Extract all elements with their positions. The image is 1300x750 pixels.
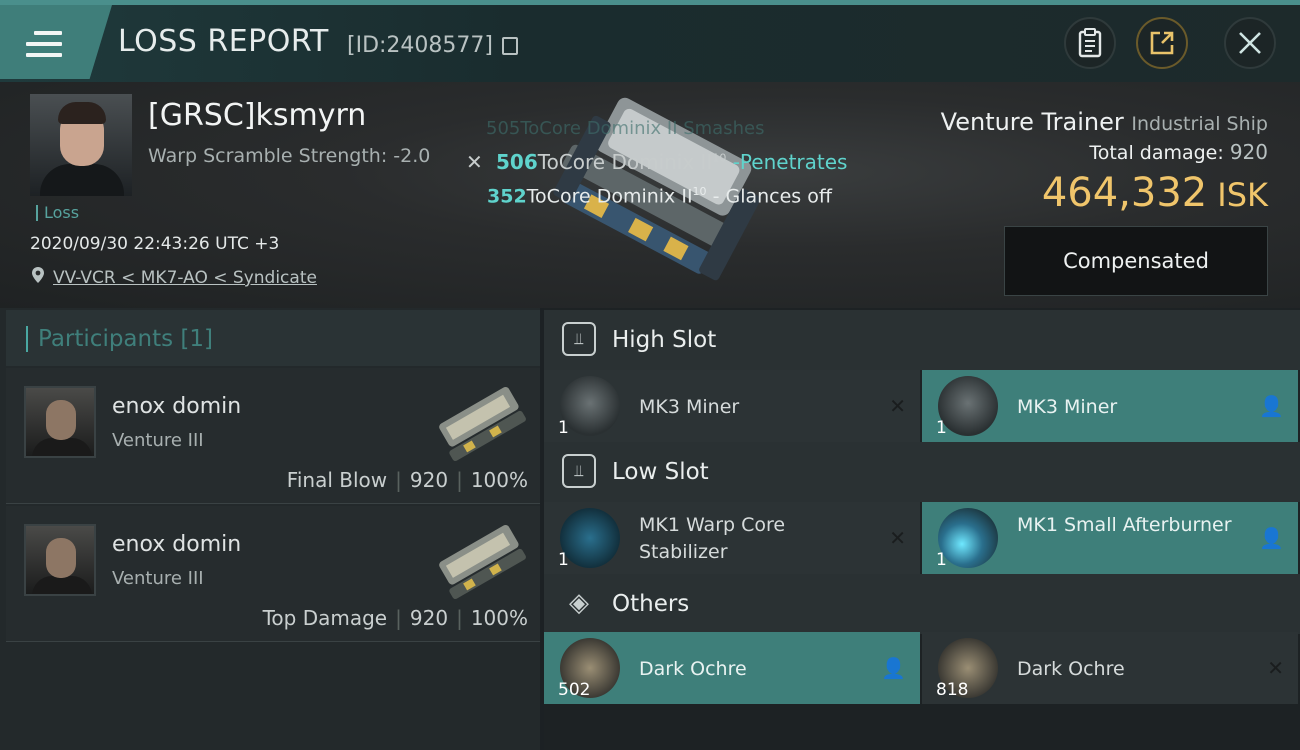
module-name: MK1 Small Afterburner: [1017, 514, 1232, 536]
module-name: MK3 Miner: [639, 396, 740, 418]
damage-event-2: 352ToCore Dominix II10 - Glances off: [487, 185, 832, 207]
module-name: MK3 Miner: [1017, 396, 1118, 418]
module-slot[interactable]: 1 MK3 Miner 👤: [922, 370, 1298, 442]
isk-value: 464,332 ISK: [1042, 170, 1268, 216]
miner-module-icon: [938, 376, 998, 436]
participant-ship-image: [439, 386, 526, 462]
participant-row[interactable]: enox domin Venture III Final Blow | 920 | 10…: [6, 368, 540, 504]
high-slot-label: High Slot: [612, 327, 717, 353]
damage-event-1: ✕ 506ToCore Dominix II10 -Penetrates: [466, 150, 847, 174]
isk-amount: 464,332: [1041, 170, 1208, 216]
location-pin-icon: [32, 267, 44, 283]
person-icon: 👤: [881, 656, 906, 680]
afterburner-icon: [938, 508, 998, 568]
high-slot-icon: ⫫: [562, 322, 596, 356]
warp-core-stabilizer-icon: [560, 508, 620, 568]
share-button[interactable]: [1136, 17, 1188, 69]
damage-event-1-result: -Penetrates: [726, 150, 848, 174]
damage-event-2-result: - Glances off: [706, 185, 832, 208]
participant-stats: Final Blow | 920 | 100%: [286, 468, 528, 492]
total-damage: Total damage: 920: [1089, 140, 1268, 164]
participant-damage: 920: [409, 606, 449, 630]
low-slot-header: ⫫ Low Slot: [544, 442, 1300, 502]
others-header: ◈ Others: [544, 574, 1300, 634]
cargo-box-icon: ◈: [569, 588, 589, 618]
loss-datetime: 2020/09/30 22:43:26 UTC +3: [30, 234, 280, 254]
page-title: LOSS REPORT: [118, 24, 329, 59]
participant-stats: Top Damage | 920 | 100%: [262, 606, 528, 630]
compensated-button[interactable]: Compensated: [1004, 226, 1268, 296]
person-icon: 👤: [1259, 526, 1284, 550]
location-link[interactable]: VV-VCR < MK7-AO < Syndicate: [53, 268, 317, 288]
module-quantity: 1: [558, 418, 569, 438]
total-damage-value: 920: [1229, 140, 1268, 164]
clipboard-icon: [1078, 28, 1102, 58]
participant-row[interactable]: enox domin Venture III Top Damage | 920 | 10…: [6, 506, 540, 642]
participant-percent: 100%: [470, 606, 528, 630]
module-quantity: 1: [936, 550, 947, 570]
destroyed-x-icon: ✕: [1267, 656, 1284, 680]
damage-event-2-target: ToCore Dominix II: [526, 185, 693, 208]
ship-class: Industrial Ship: [1131, 113, 1268, 135]
participant-role: Top Damage: [262, 606, 388, 630]
cargo-quantity: 818: [936, 680, 969, 700]
participant-avatar[interactable]: [24, 386, 96, 458]
module-name: MK1 Warp Core Stabilizer: [639, 514, 786, 563]
copy-icon[interactable]: [502, 37, 518, 55]
module-slot[interactable]: 1 MK3 Miner ✕: [544, 370, 920, 442]
top-accent-line: [0, 0, 1300, 5]
destroyed-x-icon: ✕: [889, 526, 906, 550]
participant-ship-image: [439, 524, 526, 600]
total-damage-label: Total damage:: [1089, 142, 1224, 164]
participant-ship: Venture III: [112, 430, 204, 451]
warp-scramble-strength: Warp Scramble Strength: -2.0: [148, 145, 431, 167]
module-quantity: 1: [936, 418, 947, 438]
participant-name: enox domin: [112, 532, 242, 557]
close-button[interactable]: [1224, 17, 1276, 69]
high-slot-header: ⫫ High Slot: [544, 310, 1300, 370]
cargo-name: Dark Ochre: [639, 658, 747, 680]
damage-event-1-value: 506: [496, 150, 538, 174]
participant-ship: Venture III: [112, 568, 204, 589]
hamburger-menu-icon[interactable]: [26, 31, 62, 59]
cargo-slot[interactable]: 818 Dark Ochre ✕: [922, 632, 1298, 704]
damage-event-ghost: 505ToCore Dominix II Smashes: [486, 118, 765, 139]
participant-damage: 920: [409, 468, 449, 492]
share-icon: [1150, 31, 1174, 55]
cargo-slot[interactable]: 502 Dark Ochre 👤: [544, 632, 920, 704]
low-slot-icon: ⫫: [562, 454, 596, 488]
miner-module-icon: [560, 376, 620, 436]
crosshair-icon: ✕: [466, 150, 483, 174]
report-id: [ID:2408577]: [347, 33, 493, 58]
damage-event-2-level: 10: [692, 185, 707, 198]
cargo-quantity: 502: [558, 680, 591, 700]
participant-avatar[interactable]: [24, 524, 96, 596]
ship-name-label: Venture Trainer: [940, 108, 1124, 136]
participant-name: enox domin: [112, 394, 242, 419]
module-quantity: 1: [558, 550, 569, 570]
close-icon: [1239, 32, 1261, 54]
damage-event-2-value: 352: [487, 185, 527, 208]
damage-event-1-target: ToCore Dominix II: [537, 150, 713, 174]
participants-title[interactable]: Participants [1]: [26, 326, 213, 352]
loss-tag: Loss: [36, 205, 79, 221]
module-slot[interactable]: 1 MK1 Small Afterburner 👤: [922, 502, 1298, 574]
participant-percent: 100%: [470, 468, 528, 492]
isk-unit: ISK: [1217, 176, 1268, 214]
person-icon: 👤: [1259, 394, 1284, 418]
damage-event-1-level: 10: [712, 151, 727, 165]
ship-name[interactable]: Venture Trainer Industrial Ship: [941, 108, 1268, 136]
victim-avatar[interactable]: [30, 94, 132, 196]
victim-name[interactable]: [GRSC]ksmyrn: [148, 98, 366, 133]
others-label: Others: [612, 591, 690, 617]
clipboard-button[interactable]: [1064, 17, 1116, 69]
destroyed-x-icon: ✕: [889, 394, 906, 418]
module-slot[interactable]: 1 MK1 Warp Core Stabilizer ✕: [544, 502, 920, 574]
low-slot-label: Low Slot: [612, 459, 709, 485]
participant-role: Final Blow: [286, 468, 388, 492]
cargo-name: Dark Ochre: [1017, 658, 1125, 680]
